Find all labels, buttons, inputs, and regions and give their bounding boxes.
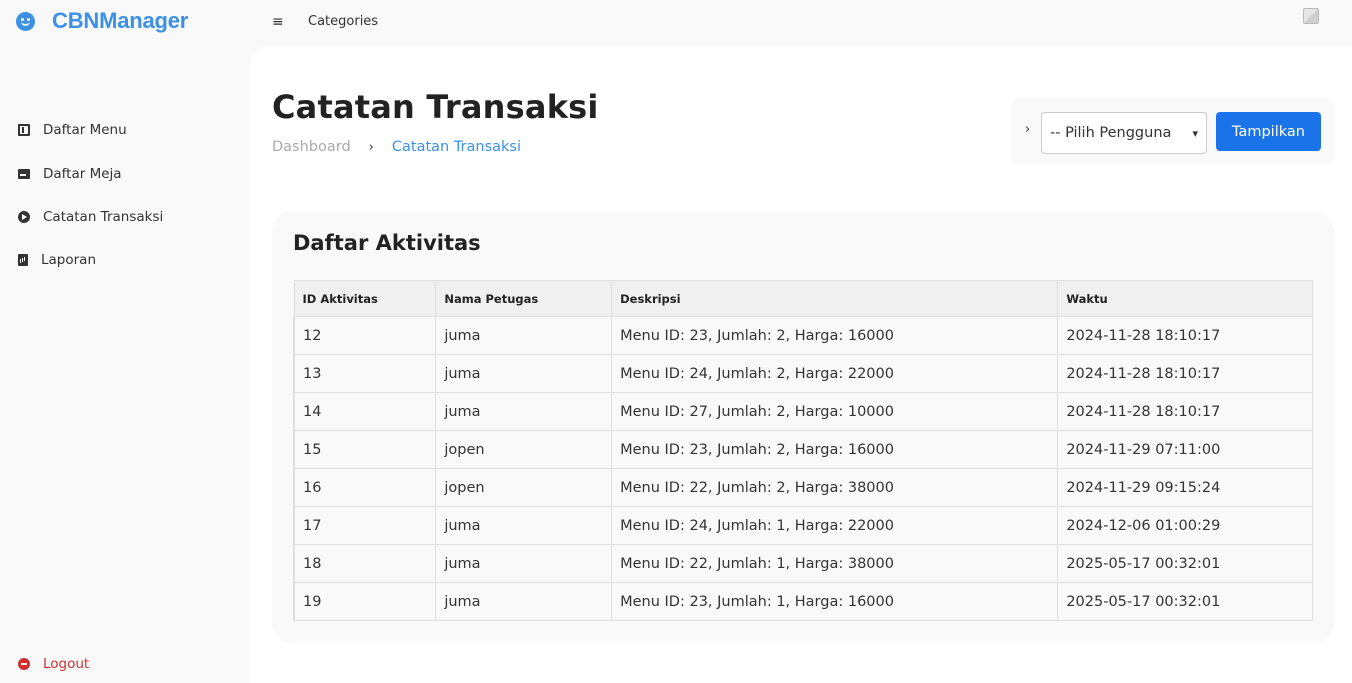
- sidebar-item-daftar-meja[interactable]: Daftar Meja: [18, 166, 122, 182]
- table-cell: 16: [293, 468, 437, 507]
- table-cell: juma: [435, 316, 613, 355]
- chevron-right-icon: ›: [1025, 122, 1031, 137]
- table-row: 17 juma Menu ID: 24, Jumlah: 1, Harga: 220…: [293, 506, 1313, 545]
- column-header: Deskripsi: [611, 280, 1059, 317]
- user-filter: › -- Pilih Pengguna ▾ Tampilkan: [1011, 98, 1334, 165]
- table-cell: 13: [293, 354, 437, 393]
- breadcrumb-active[interactable]: Catatan Transaksi: [392, 139, 521, 155]
- table-cell: juma: [435, 506, 613, 545]
- table-cell: 17: [293, 506, 437, 545]
- card-title: Daftar Aktivitas: [293, 231, 481, 255]
- avatar[interactable]: [1303, 8, 1319, 24]
- activity-card: Daftar Aktivitas ID Aktivitas Nama Petug…: [272, 211, 1334, 643]
- table-cell: juma: [435, 544, 613, 583]
- table-row: 19 juma Menu ID: 23, Jumlah: 1, Harga: 160…: [293, 582, 1313, 621]
- table-cell: Menu ID: 22, Jumlah: 1, Harga: 38000: [611, 544, 1059, 583]
- column-header: Nama Petugas: [435, 280, 613, 317]
- activity-table: ID Aktivitas Nama Petugas Deskripsi Wakt…: [293, 280, 1313, 621]
- table-cell: 2025-05-17 00:32:01: [1057, 582, 1313, 621]
- table-cell: 2025-05-17 00:32:01: [1057, 544, 1313, 583]
- table-row: 16 jopen Menu ID: 22, Jumlah: 2, Harga: 38…: [293, 468, 1313, 507]
- table-header-row: ID Aktivitas Nama Petugas Deskripsi Wakt…: [293, 280, 1313, 317]
- page-title: Catatan Transaksi: [272, 88, 599, 126]
- user-select-value: -- Pilih Pengguna: [1050, 125, 1172, 141]
- table-cell: 2024-11-28 18:10:17: [1057, 392, 1313, 431]
- table-row: 13 juma Menu ID: 24, Jumlah: 2, Harga: 220…: [293, 354, 1313, 393]
- table-cell: 2024-11-28 18:10:17: [1057, 316, 1313, 355]
- arrow-circle-icon: [18, 211, 30, 223]
- table-cell: 2024-11-28 18:10:17: [1057, 354, 1313, 393]
- brand[interactable]: CBNManager: [16, 8, 188, 34]
- table-row: 14 juma Menu ID: 27, Jumlah: 2, Harga: 100…: [293, 392, 1313, 431]
- main-content: Catatan Transaksi Dashboard › Catatan Tr…: [250, 46, 1352, 683]
- table-cell: juma: [435, 392, 613, 431]
- tampilkan-button[interactable]: Tampilkan: [1216, 112, 1321, 151]
- table-row: 15 jopen Menu ID: 23, Jumlah: 2, Harga: 16…: [293, 430, 1313, 469]
- table-cell: Menu ID: 23, Jumlah: 1, Harga: 16000: [611, 582, 1059, 621]
- table-cell: Menu ID: 27, Jumlah: 2, Harga: 10000: [611, 392, 1059, 431]
- table-cell: Menu ID: 24, Jumlah: 2, Harga: 22000: [611, 354, 1059, 393]
- logout-button[interactable]: Logout: [18, 656, 89, 672]
- table-cell: 2024-11-29 09:15:24: [1057, 468, 1313, 507]
- table-cell: 15: [293, 430, 437, 469]
- mail-icon: [18, 169, 30, 179]
- sidebar: Daftar Menu Daftar Meja Catatan Transaks…: [0, 46, 250, 683]
- smile-icon: [16, 12, 35, 31]
- chevron-right-icon: ›: [368, 139, 374, 155]
- table-cell: 19: [293, 582, 437, 621]
- table-cell: juma: [435, 354, 613, 393]
- table-row: 12 juma Menu ID: 23, Jumlah: 2, Harga: 160…: [293, 316, 1313, 355]
- sidebar-item-label: Daftar Menu: [43, 122, 127, 138]
- table-cell: 2024-12-06 01:00:29: [1057, 506, 1313, 545]
- book-icon: [18, 124, 30, 136]
- menu-icon[interactable]: ≡: [272, 14, 284, 30]
- sidebar-item-label: Laporan: [41, 252, 97, 268]
- table-cell: 12: [293, 316, 437, 355]
- breadcrumb-home[interactable]: Dashboard: [272, 139, 351, 155]
- table-cell: Menu ID: 24, Jumlah: 1, Harga: 22000: [611, 506, 1059, 545]
- table-row: 18 juma Menu ID: 22, Jumlah: 1, Harga: 380…: [293, 544, 1313, 583]
- table-cell: 14: [293, 392, 437, 431]
- table-cell: jopen: [435, 430, 613, 469]
- chevron-down-icon: ▾: [1192, 126, 1198, 140]
- table-cell: Menu ID: 22, Jumlah: 2, Harga: 38000: [611, 468, 1059, 507]
- user-select[interactable]: -- Pilih Pengguna ▾: [1041, 112, 1207, 154]
- top-bar: CBNManager ≡ Categories: [0, 0, 1352, 46]
- sidebar-item-laporan[interactable]: Laporan: [18, 252, 96, 268]
- sidebar-item-daftar-menu[interactable]: Daftar Menu: [18, 122, 127, 138]
- report-icon: [18, 254, 28, 266]
- column-header: Waktu: [1057, 280, 1313, 317]
- categories-link[interactable]: Categories: [308, 14, 378, 29]
- column-header: ID Aktivitas: [293, 280, 437, 317]
- logout-label: Logout: [43, 656, 90, 672]
- breadcrumb: Dashboard › Catatan Transaksi: [272, 139, 521, 155]
- sidebar-item-label: Daftar Meja: [43, 166, 122, 182]
- table-cell: juma: [435, 582, 613, 621]
- table-cell: Menu ID: 23, Jumlah: 2, Harga: 16000: [611, 430, 1059, 469]
- table-cell: Menu ID: 23, Jumlah: 2, Harga: 16000: [611, 316, 1059, 355]
- table-cell: 18: [293, 544, 437, 583]
- brand-name: CBNManager: [52, 8, 189, 33]
- sidebar-item-label: Catatan Transaksi: [43, 209, 164, 225]
- logout-icon: [18, 658, 30, 670]
- table-cell: jopen: [435, 468, 613, 507]
- table-cell: 2024-11-29 07:11:00: [1057, 430, 1313, 469]
- sidebar-item-catatan-transaksi[interactable]: Catatan Transaksi: [18, 209, 163, 225]
